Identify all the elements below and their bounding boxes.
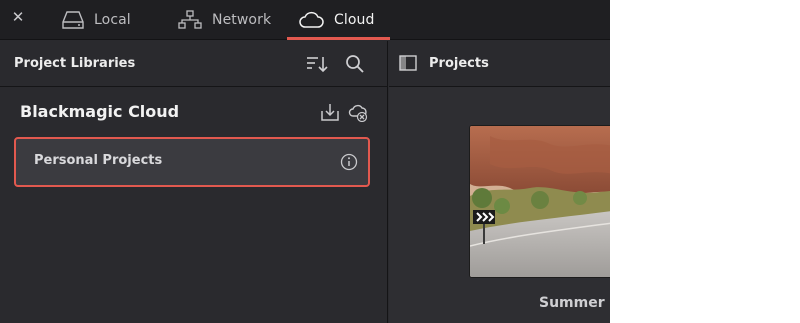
thumbnail-image	[470, 126, 610, 277]
cloud-icon	[299, 11, 324, 28]
tab-network[interactable]: Network	[178, 0, 271, 40]
library-item-label: Personal Projects	[34, 153, 163, 168]
tab-label: Network	[212, 12, 272, 28]
sort-icon[interactable]	[306, 54, 328, 74]
project-manager-window: ✕ Local Network Cloud Project Libraries …	[0, 0, 610, 323]
library-item-personal-projects[interactable]: Personal Projects	[14, 137, 370, 187]
panel-title: Project Libraries	[14, 56, 136, 71]
sidebar-toggle-icon[interactable]	[399, 55, 417, 71]
projects-panel: Projects Summer	[389, 41, 610, 323]
library-group-title: Blackmagic Cloud	[20, 102, 180, 121]
tab-cloud[interactable]: Cloud	[298, 0, 375, 40]
tab-label: Local	[94, 12, 131, 28]
active-tab-indicator	[287, 37, 390, 40]
close-icon[interactable]: ✕	[10, 9, 26, 25]
info-icon[interactable]	[340, 153, 358, 171]
download-icon[interactable]	[320, 102, 340, 122]
panel-header: Project Libraries	[0, 41, 388, 87]
panel-title: Projects	[429, 56, 489, 71]
tab-label: Cloud	[334, 12, 375, 28]
project-thumbnail[interactable]	[469, 125, 610, 278]
project-title[interactable]: Summer H	[539, 295, 610, 311]
drive-icon	[62, 11, 84, 29]
panel-header: Projects	[389, 41, 610, 87]
network-icon	[178, 10, 202, 29]
project-libraries-panel: Project Libraries Blackmagic Cloud Perso…	[0, 41, 388, 323]
cloud-disconnect-icon[interactable]	[348, 102, 368, 122]
search-icon[interactable]	[344, 54, 366, 74]
location-tabbar: ✕ Local Network Cloud	[0, 0, 610, 40]
tab-local[interactable]: Local	[62, 0, 131, 40]
